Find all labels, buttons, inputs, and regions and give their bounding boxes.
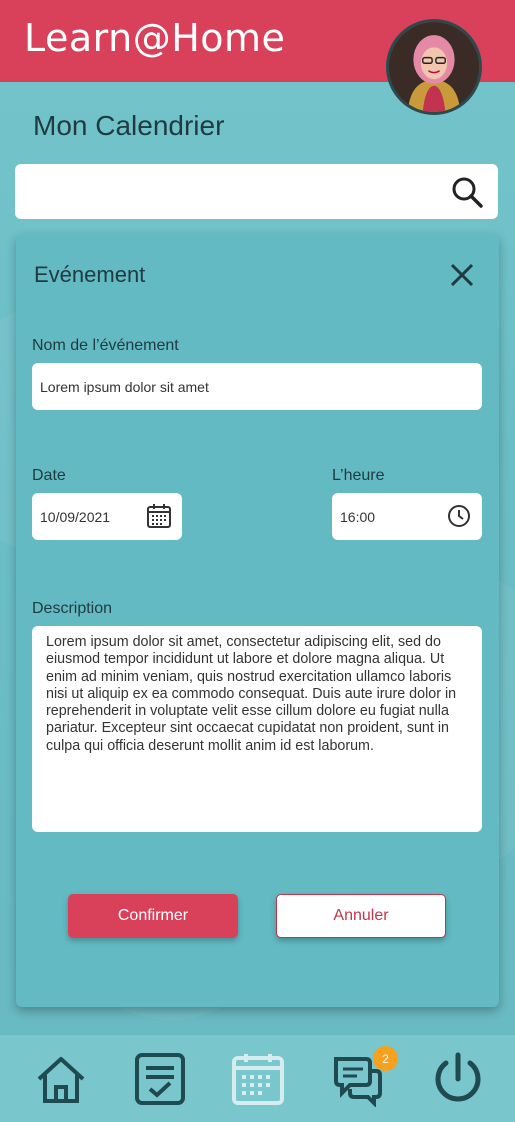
clock-icon[interactable] bbox=[446, 503, 472, 529]
avatar-image bbox=[389, 22, 479, 112]
description-field[interactable]: Lorem ipsum dolor sit amet, consectetur … bbox=[32, 626, 482, 832]
search-input[interactable] bbox=[15, 164, 498, 219]
event-name-field[interactable]: Lorem ipsum dolor sit amet bbox=[32, 363, 482, 410]
confirm-button[interactable]: Confirmer bbox=[68, 894, 238, 938]
home-icon[interactable] bbox=[33, 1051, 89, 1107]
time-field[interactable]: 16:00 bbox=[332, 493, 482, 540]
power-icon[interactable] bbox=[430, 1051, 486, 1107]
date-field[interactable]: 10/09/2021 bbox=[32, 493, 182, 540]
page-title: Mon Calendrier bbox=[33, 110, 225, 141]
calendar-nav-icon[interactable] bbox=[230, 1051, 286, 1107]
date-value: 10/09/2021 bbox=[40, 508, 111, 525]
calendar-icon[interactable] bbox=[146, 503, 172, 529]
avatar[interactable] bbox=[386, 19, 482, 115]
event-panel-title: Evénement bbox=[34, 262, 146, 287]
description-label: Description bbox=[32, 600, 113, 617]
event-name-value: Lorem ipsum dolor sit amet bbox=[40, 378, 209, 395]
bottom-nav bbox=[0, 1035, 515, 1122]
search-icon[interactable] bbox=[450, 175, 484, 209]
date-label: Date bbox=[32, 467, 66, 484]
time-label: L’heure bbox=[332, 467, 385, 484]
event-name-label: Nom de l’événement bbox=[32, 337, 179, 354]
tasks-icon[interactable] bbox=[132, 1051, 188, 1107]
event-panel: Evénement Nom de l’événement Lorem ipsum… bbox=[16, 234, 499, 1007]
chat-badge: 2 bbox=[373, 1046, 398, 1071]
time-value: 16:00 bbox=[340, 508, 376, 525]
app-title: Learn@Home bbox=[24, 16, 286, 60]
close-icon[interactable] bbox=[449, 262, 475, 288]
cancel-button[interactable]: Annuler bbox=[276, 894, 446, 938]
